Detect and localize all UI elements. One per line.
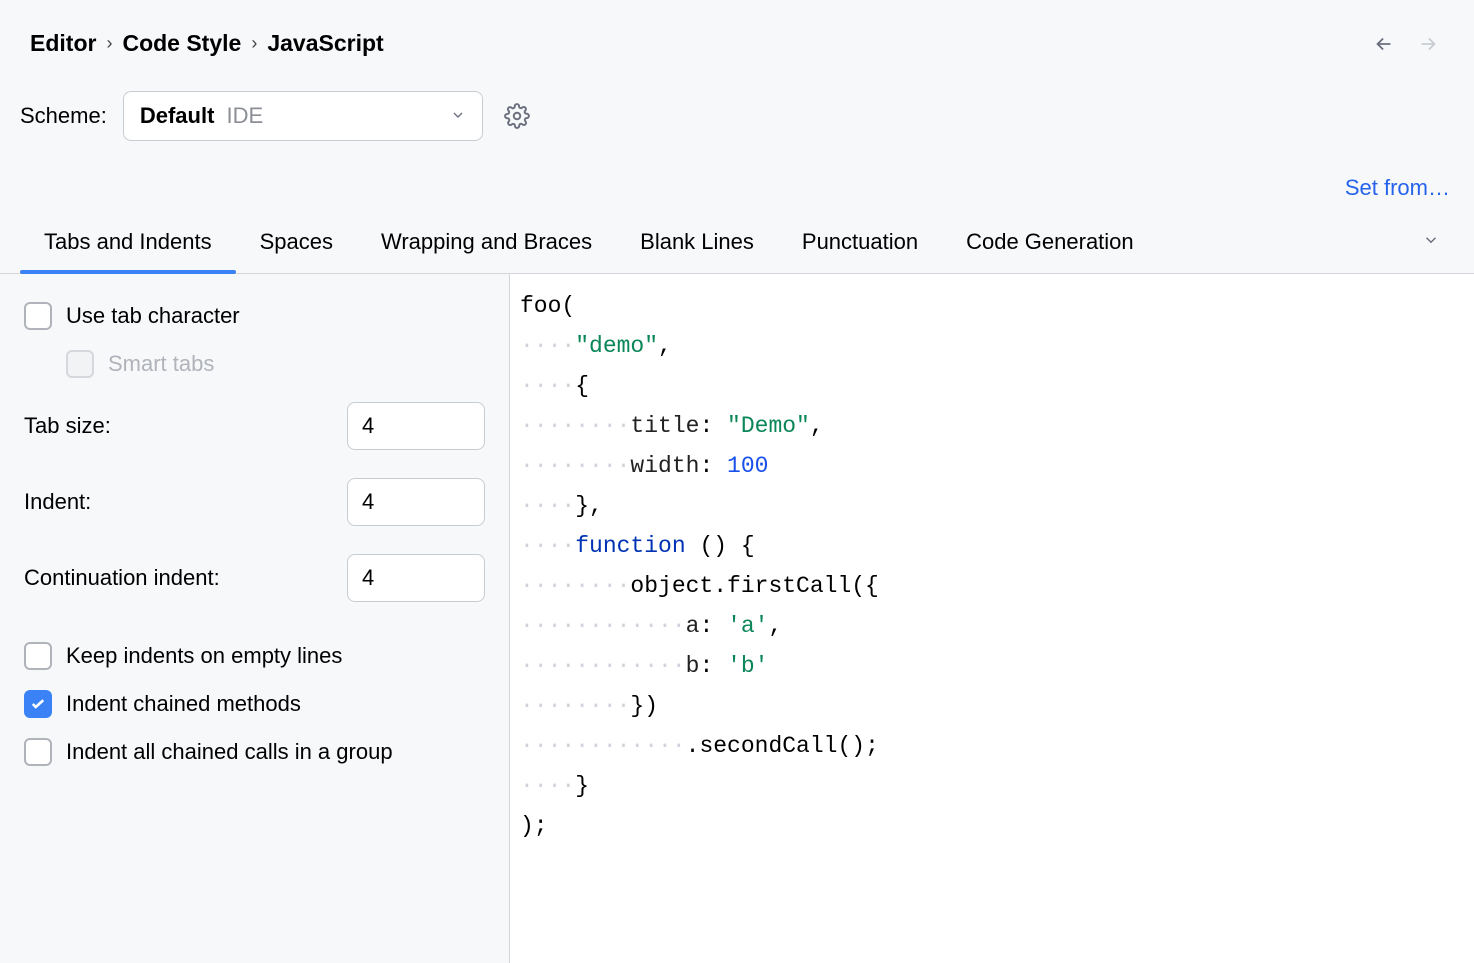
use-tab-character-label: Use tab character <box>66 303 240 329</box>
back-button[interactable] <box>1372 32 1396 56</box>
smart-tabs-checkbox <box>66 350 94 378</box>
indent-chained-methods-label: Indent chained methods <box>66 691 301 717</box>
set-from-link[interactable]: Set from… <box>1345 175 1450 200</box>
scheme-tag: IDE <box>227 103 264 128</box>
breadcrumb-item[interactable]: JavaScript <box>267 30 383 57</box>
keep-indents-empty-checkbox[interactable] <box>24 642 52 670</box>
scheme-label: Scheme: <box>20 103 107 129</box>
smart-tabs-label: Smart tabs <box>108 351 214 377</box>
indent-label: Indent: <box>24 489 91 515</box>
breadcrumb-item[interactable]: Code Style <box>122 30 241 57</box>
scheme-name: Default <box>140 103 215 128</box>
tabs-more-button[interactable] <box>1422 231 1454 255</box>
tab-spaces[interactable]: Spaces <box>236 213 357 273</box>
arrow-left-icon <box>1373 33 1395 55</box>
tab-tabs-and-indents[interactable]: Tabs and Indents <box>20 213 236 273</box>
tab-size-input[interactable] <box>347 402 485 450</box>
arrow-right-icon <box>1417 33 1439 55</box>
continuation-indent-input[interactable] <box>347 554 485 602</box>
settings-panel: Use tab character Smart tabs Tab size: I… <box>0 274 510 963</box>
tab-code-generation[interactable]: Code Generation <box>942 213 1158 273</box>
indent-all-chained-group-label: Indent all chained calls in a group <box>66 739 393 765</box>
breadcrumb-item[interactable]: Editor <box>30 30 96 57</box>
code-preview: foo(····"demo",····{········title: "Demo… <box>510 274 1474 963</box>
gear-icon <box>504 103 530 129</box>
indent-chained-methods-checkbox[interactable] <box>24 690 52 718</box>
indent-all-chained-group-checkbox[interactable] <box>24 738 52 766</box>
chevron-down-icon <box>1422 231 1440 249</box>
forward-button <box>1416 32 1440 56</box>
tab-wrapping-and-braces[interactable]: Wrapping and Braces <box>357 213 616 273</box>
chevron-right-icon: › <box>251 33 257 54</box>
tab-punctuation[interactable]: Punctuation <box>778 213 942 273</box>
scheme-actions-button[interactable] <box>499 98 535 134</box>
scheme-select[interactable]: Default IDE <box>123 91 483 141</box>
indent-input[interactable] <box>347 478 485 526</box>
use-tab-character-checkbox[interactable] <box>24 302 52 330</box>
breadcrumb: Editor › Code Style › JavaScript <box>30 30 384 57</box>
tab-size-label: Tab size: <box>24 413 111 439</box>
chevron-down-icon <box>450 103 466 129</box>
keep-indents-empty-label: Keep indents on empty lines <box>66 643 342 669</box>
tab-blank-lines[interactable]: Blank Lines <box>616 213 778 273</box>
continuation-indent-label: Continuation indent: <box>24 565 220 591</box>
chevron-right-icon: › <box>106 33 112 54</box>
tabs: Tabs and Indents Spaces Wrapping and Bra… <box>0 213 1474 274</box>
